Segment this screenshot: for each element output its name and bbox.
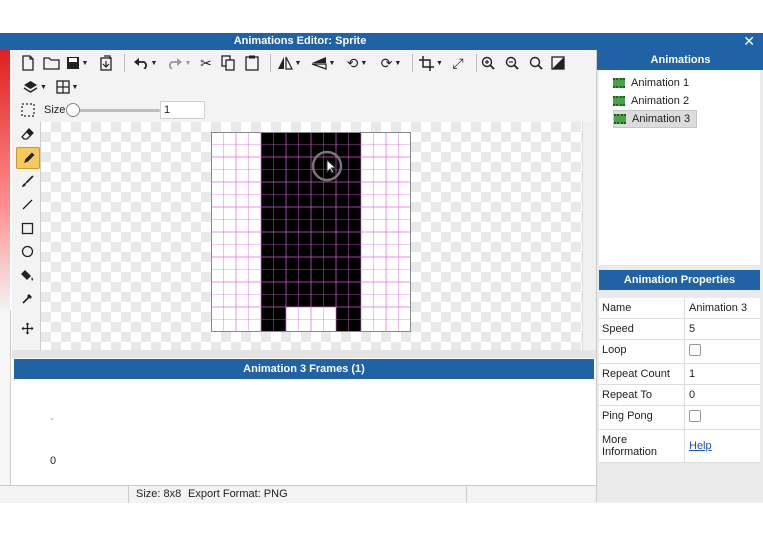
properties-panel-title: Animation Properties (599, 270, 760, 290)
prop-row-speed: Speed 5 (599, 319, 760, 340)
status-size: Size: 8x8 (136, 488, 182, 500)
fill-background-icon[interactable] (548, 53, 568, 73)
prop-row-repeat-count: Repeat Count 1 (599, 364, 760, 385)
frames-panel-title: Animation 3 Frames (1) (14, 359, 594, 379)
drawing-canvas-area[interactable] (41, 122, 582, 350)
ellipse-icon[interactable] (16, 241, 38, 261)
prop-row-more-information: More Information Help (599, 430, 760, 463)
window-title: Animations Editor: Sprite (233, 35, 367, 47)
line-icon[interactable] (16, 194, 38, 214)
canvas-vertical-scrollbar[interactable] (582, 122, 597, 350)
cursor-icon (311, 150, 343, 182)
speed-field[interactable]: 5 (685, 319, 760, 339)
copy-icon[interactable] (218, 53, 238, 73)
window-titlebar: Animations Editor: Sprite ✕ (0, 33, 763, 50)
size-slider-track[interactable] (68, 109, 160, 112)
brush-icon[interactable] (16, 171, 38, 191)
select-icon[interactable] (18, 100, 38, 120)
paste-icon[interactable] (242, 53, 262, 73)
properties-table: Name Animation 3 Speed 5 Loop Repeat Cou… (599, 298, 760, 463)
main-toolbar: ▼ ▼ ▼ ✂ ▼ ▼ ⟲ ▼ ⟳ ▼ ▼ ⤢ (12, 50, 596, 77)
grid-icon[interactable]: ▼ (52, 77, 82, 97)
paint-bucket-icon[interactable] (16, 265, 38, 285)
film-icon (613, 96, 625, 106)
size-label: Size (44, 104, 66, 116)
size-slider-thumb[interactable] (66, 103, 80, 117)
loop-checkbox[interactable] (689, 344, 701, 356)
status-format: Export Format: PNG (188, 488, 288, 500)
brush-size-toolbar: Size 1 (12, 98, 596, 123)
export-icon[interactable] (96, 53, 116, 73)
rectangle-icon[interactable] (16, 218, 38, 238)
prop-row-repeat-to: Repeat To 0 (599, 385, 760, 406)
rotate-right-icon[interactable]: ⟳ ▼ (376, 53, 406, 73)
animation-item-2[interactable]: Animation 2 (613, 93, 695, 109)
color-palette-strip[interactable] (0, 50, 10, 310)
panel-splitter[interactable] (12, 350, 596, 358)
frame-index-label: 0 (50, 455, 57, 467)
prop-row-name: Name Animation 3 (599, 298, 760, 319)
save-icon[interactable]: ▼ (64, 53, 90, 73)
repeat-count-field[interactable]: 1 (685, 364, 760, 384)
frames-panel: - 0 (14, 379, 594, 484)
zoom-out-icon[interactable] (502, 53, 522, 73)
film-icon (613, 78, 625, 88)
help-link[interactable]: Help (689, 440, 712, 452)
close-icon[interactable]: ✕ (743, 33, 755, 50)
film-icon (614, 114, 626, 124)
flip-vertical-icon[interactable]: ▼ (308, 53, 338, 73)
zoom-fit-icon[interactable] (526, 53, 546, 73)
secondary-toolbar: ▼ ▼ (12, 76, 596, 98)
tool-palette (12, 122, 41, 350)
undo-icon[interactable]: ▼ (130, 53, 160, 73)
animation-item-1[interactable]: Animation 1 (613, 75, 695, 91)
zoom-in-icon[interactable] (478, 53, 498, 73)
right-panel: Animations Animation 1 Animation 2 Anima… (596, 50, 763, 502)
new-file-icon[interactable] (18, 53, 38, 73)
size-value-field[interactable]: 1 (160, 101, 205, 119)
prop-row-ping-pong: Ping Pong (599, 406, 760, 430)
animations-panel-title: Animations (597, 50, 763, 70)
layers-icon[interactable]: ▼ (20, 77, 50, 97)
animations-list: Animation 1 Animation 2 Animation 3 (599, 70, 760, 265)
repeat-to-field[interactable]: 0 (685, 385, 760, 405)
left-panel-edge (0, 310, 11, 485)
rotate-left-icon[interactable]: ⟲ ▼ (342, 53, 372, 73)
flip-horizontal-icon[interactable]: ▼ (274, 53, 304, 73)
prop-row-loop: Loop (599, 340, 760, 364)
pencil-icon[interactable] (16, 147, 40, 169)
animation-item-3[interactable]: Animation 3 (613, 110, 698, 128)
name-field[interactable]: Animation 3 (685, 298, 760, 318)
redo-icon[interactable]: ▼ (164, 53, 194, 73)
frame-thumbnail-placeholder[interactable]: - (50, 413, 54, 425)
pan-icon[interactable] (16, 318, 38, 338)
cut-icon[interactable]: ✂ (196, 53, 216, 73)
resize-icon[interactable]: ⤢ (448, 53, 468, 73)
open-folder-icon[interactable] (40, 53, 62, 73)
eraser-icon[interactable] (16, 124, 38, 144)
crop-icon[interactable]: ▼ (416, 53, 446, 73)
eyedropper-icon[interactable] (16, 288, 38, 308)
ping-pong-checkbox[interactable] (689, 410, 701, 422)
